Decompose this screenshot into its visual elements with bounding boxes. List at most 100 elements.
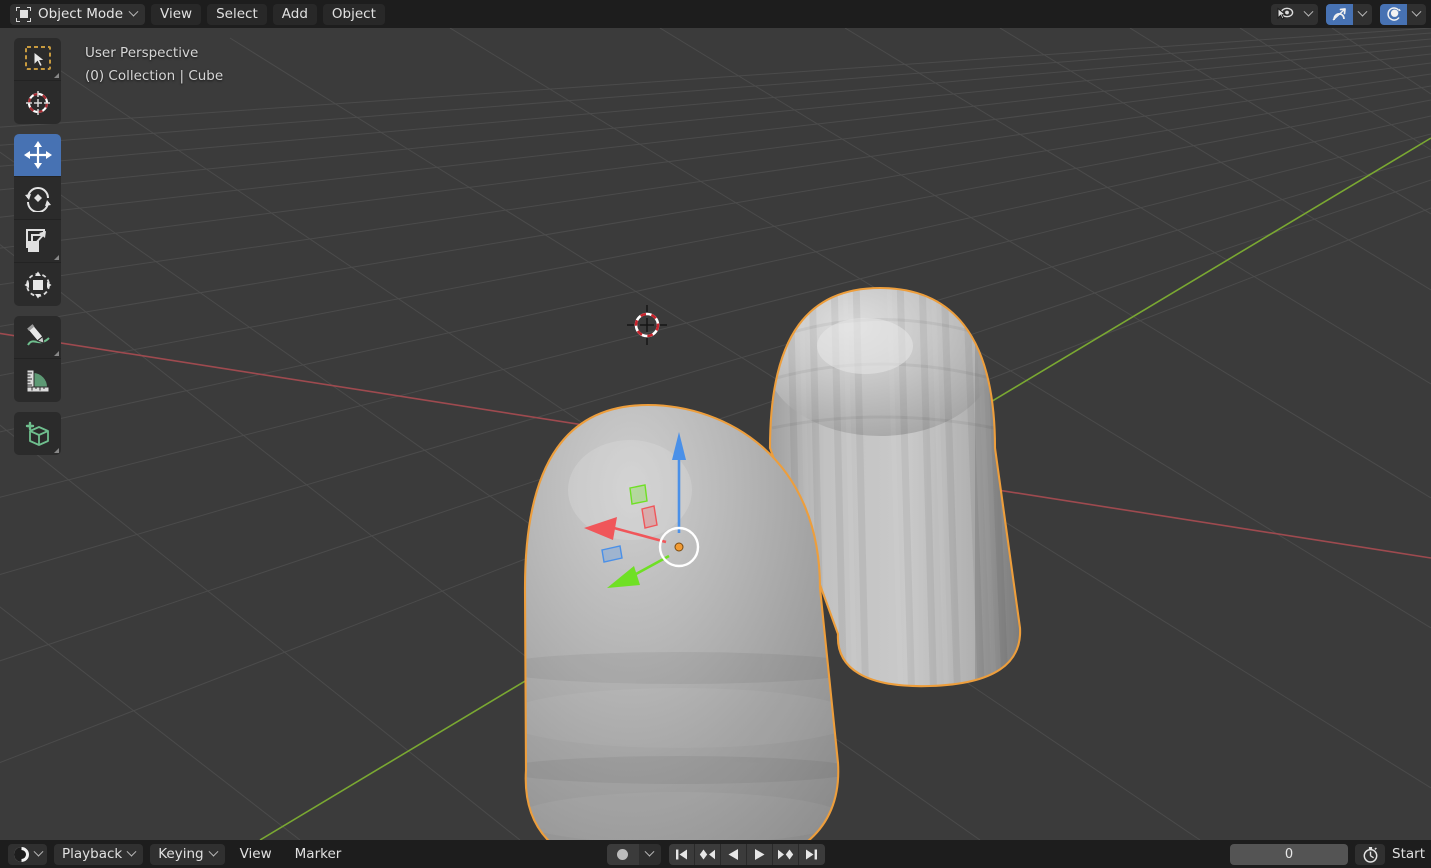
- tool-add-cube[interactable]: [14, 412, 61, 455]
- visibility-dropdown-button[interactable]: [1299, 3, 1318, 25]
- editor-type-button[interactable]: [8, 843, 47, 865]
- cursor-3d-icon: [25, 90, 50, 115]
- tool-submenu-indicator: [54, 255, 59, 260]
- visibility-selectability-group: [1271, 3, 1318, 25]
- tool-submenu-indicator: [54, 73, 59, 78]
- play-reverse-icon: [728, 848, 738, 860]
- snapping-dropdown-button[interactable]: [1353, 3, 1372, 25]
- gizmo-plane-xy: [629, 484, 648, 505]
- timeline-menu-marker[interactable]: Marker: [287, 844, 350, 865]
- jump-start-icon: [675, 849, 687, 859]
- menu-view[interactable]: View: [151, 3, 202, 25]
- timeline-clock-icon: [14, 846, 29, 862]
- chevron-down-icon: [1303, 6, 1314, 17]
- previous-keyframe-button[interactable]: [694, 843, 721, 865]
- mode-selector-button[interactable]: Object Mode: [10, 3, 146, 25]
- measure-ruler-icon: [26, 369, 49, 392]
- toolbar-group-select: [14, 38, 61, 124]
- eye-cursor-icon: [1277, 6, 1294, 20]
- next-keyframe-button[interactable]: [772, 843, 799, 865]
- rotate-icon: [24, 187, 51, 212]
- mode-selector-label: Object Mode: [38, 6, 124, 22]
- magnet-snap-icon: [1332, 7, 1346, 21]
- chevron-down-icon: [644, 846, 655, 857]
- toolbar-group-transform: [14, 134, 61, 306]
- timeline-menu-keying[interactable]: Keying: [150, 843, 225, 865]
- tool-measure[interactable]: [14, 359, 61, 402]
- header-right-controls: [1271, 0, 1426, 28]
- current-frame-value: 0: [1284, 846, 1294, 862]
- next-keyframe-icon: [777, 849, 793, 859]
- timeline-view-label: View: [239, 846, 272, 862]
- menu-add[interactable]: Add: [272, 3, 317, 25]
- visibility-selectability-button[interactable]: [1271, 3, 1299, 25]
- chevron-down-icon: [1357, 6, 1368, 17]
- snapping-group: [1326, 3, 1372, 25]
- tool-transform[interactable]: [14, 263, 61, 306]
- chevron-down-icon: [1411, 6, 1422, 17]
- timeline-keying-label: Keying: [158, 846, 204, 862]
- gizmo-origin-dot: [674, 542, 684, 552]
- play-button[interactable]: [746, 843, 773, 865]
- timeline-marker-label: Marker: [294, 846, 342, 862]
- menu-add-label: Add: [281, 6, 308, 22]
- proportional-editing-icon: [1387, 6, 1401, 21]
- menu-object-label: Object: [331, 6, 376, 22]
- tool-scale[interactable]: [14, 220, 61, 263]
- annotate-pencil-icon: [26, 324, 50, 346]
- start-frame-text: Start: [1392, 846, 1425, 862]
- toolbar-group-annotate: [14, 316, 61, 402]
- add-cube-icon: [25, 421, 49, 446]
- auto-keying-dropdown-button[interactable]: [638, 843, 661, 865]
- jump-end-icon: [806, 849, 817, 859]
- proportional-editing-toggle-button[interactable]: [1380, 3, 1407, 25]
- timeline-editor-header: Playback Keying View Marker 0 Start: [0, 840, 1431, 868]
- transform-icon: [24, 271, 51, 298]
- tool-annotate[interactable]: [14, 316, 61, 359]
- move-icon: [23, 141, 52, 169]
- chevron-down-icon: [33, 846, 44, 857]
- current-frame-field[interactable]: 0: [1230, 843, 1349, 865]
- tool-select-box[interactable]: [14, 38, 61, 81]
- gizmo-plane-zx: [641, 505, 658, 529]
- auto-keying-button[interactable]: [606, 843, 639, 865]
- jump-to-end-button[interactable]: [798, 843, 825, 865]
- menu-view-label: View: [160, 6, 193, 22]
- tool-rotate[interactable]: [14, 177, 61, 220]
- toolbar-group-add: [14, 412, 61, 455]
- transport-buttons: [668, 843, 825, 865]
- chevron-down-icon: [126, 846, 137, 857]
- record-dot-icon: [617, 848, 628, 860]
- blender-window: Object Mode View Select Add Object User …: [0, 0, 1431, 868]
- play-icon: [754, 848, 764, 860]
- snapping-toggle-button[interactable]: [1326, 3, 1353, 25]
- 3d-viewport[interactable]: User Perspective (0) Collection | Cube: [0, 28, 1431, 840]
- select-box-icon: [24, 46, 51, 70]
- timeline-playback-label: Playback: [62, 846, 123, 862]
- use-preview-range-button[interactable]: [1355, 843, 1386, 865]
- auto-keying-group: [606, 843, 661, 865]
- proportional-editing-dropdown-button[interactable]: [1407, 3, 1426, 25]
- tool-move[interactable]: [14, 134, 61, 177]
- object-mode-icon: [16, 6, 31, 22]
- viewport-header: Object Mode View Select Add Object: [0, 0, 1431, 28]
- tool-submenu-indicator: [54, 448, 59, 453]
- viewport-scene: [0, 28, 1431, 840]
- playback-controls: [606, 843, 825, 865]
- prev-keyframe-icon: [699, 849, 715, 859]
- timeline-menu-view[interactable]: View: [232, 844, 280, 865]
- menu-select[interactable]: Select: [207, 3, 267, 25]
- jump-to-start-button[interactable]: [668, 843, 695, 865]
- scale-icon: [25, 229, 46, 252]
- timeline-menu-playback[interactable]: Playback: [54, 843, 144, 865]
- start-frame-label: Start: [1392, 846, 1431, 862]
- tool-submenu-indicator: [54, 351, 59, 356]
- viewport-toolbar: [14, 38, 61, 465]
- menu-select-label: Select: [216, 6, 258, 22]
- tool-cursor[interactable]: [14, 81, 61, 124]
- proportional-editing-group: [1380, 3, 1426, 25]
- play-reverse-button[interactable]: [720, 843, 747, 865]
- menu-object[interactable]: Object: [322, 3, 385, 25]
- chevron-down-icon: [208, 846, 219, 857]
- timeline-right-controls: 0 Start: [1230, 843, 1431, 865]
